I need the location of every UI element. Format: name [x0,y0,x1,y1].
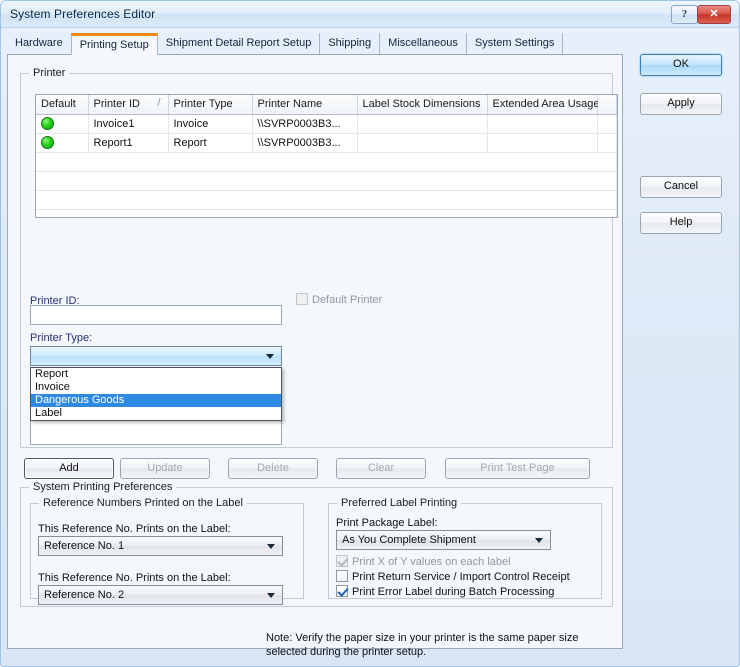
reference-no-2-combobox[interactable]: Reference No. 2 [38,585,283,605]
column-header-printer-id[interactable]: Printer ID / [88,95,169,115]
column-header-spacer [597,95,617,115]
delete-button[interactable]: Delete [228,458,318,479]
printer-type-combobox[interactable] [30,346,282,366]
help-icon[interactable]: ? [671,5,698,24]
chevron-down-icon[interactable] [535,538,543,543]
reference-no-2-value: Reference No. 2 [44,589,125,601]
tab-system-settings[interactable]: System Settings [467,33,564,55]
cancel-button[interactable]: Cancel [640,176,722,198]
print-package-label-value: As You Complete Shipment [342,534,476,546]
cell-extended-area [487,114,598,134]
cell-printer-id: Invoice1 [88,114,169,134]
close-icon[interactable]: ✕ [697,5,731,24]
printer-table[interactable]: Default Printer ID / Printer Type Printe… [35,94,618,218]
printer-type-dropdown-list[interactable]: Report Invoice Dangerous Goods Label [30,367,282,421]
table-row-empty [36,152,617,172]
cell-printer-id: Report1 [88,133,169,153]
printing-setup-panel: Printer Default Printer ID / Printer Typ… [7,54,623,658]
column-header-label-stock-dimensions[interactable]: Label Stock Dimensions [357,95,488,115]
default-printer-checkbox-row[interactable]: Default Printer [296,293,382,306]
chevron-down-icon[interactable] [267,593,275,598]
ok-button[interactable]: OK [640,54,722,76]
print-return-service-checkbox[interactable] [336,570,348,582]
printer-group-title: Printer [29,67,70,79]
print-return-service-label: Print Return Service / Import Control Re… [352,571,570,583]
print-error-label-label: Print Error Label during Batch Processin… [352,586,555,598]
default-printer-led-icon [41,135,54,149]
tab-shipment-detail-report-setup[interactable]: Shipment Detail Report Setup [158,33,321,55]
cell-printer-type: Report [168,133,253,153]
print-package-label-label: Print Package Label: [336,517,438,529]
column-header-printer-name[interactable]: Printer Name [252,95,358,115]
tab-strip: Hardware Printing Setup Shipment Detail … [7,33,623,77]
tab-hardware[interactable]: Hardware [7,33,72,55]
dropdown-item-report[interactable]: Report [31,368,281,381]
table-header-row: Default Printer ID / Printer Type Printe… [36,95,617,115]
cell-label-stock [357,133,488,153]
reference-field-2-label: This Reference No. Prints on the Label: [38,572,231,584]
default-printer-checkbox[interactable] [296,293,308,305]
column-header-extended-area-usage[interactable]: Extended Area Usage [487,95,600,115]
preferred-label-printing-title: Preferred Label Printing [337,497,462,509]
update-button[interactable]: Update [120,458,210,479]
cell-printer-name: \\SVRP0003B3... [252,133,358,153]
tab-shipping[interactable]: Shipping [320,33,381,55]
help-button[interactable]: Help [640,212,722,234]
printer-id-input[interactable] [30,305,282,325]
chevron-down-icon[interactable] [267,544,275,549]
cell-label-stock [357,114,488,134]
tab-printing-setup[interactable]: Printing Setup [70,33,158,55]
print-error-label-checkbox[interactable] [336,585,348,597]
table-row-empty [36,190,617,210]
window-title: System Preferences Editor [10,7,156,21]
system-preferences-editor-window: System Preferences Editor ? ✕ Hardware P… [0,0,740,667]
cell-extended-area [487,133,598,153]
chevron-down-icon[interactable] [266,354,274,359]
reference-no-1-combobox[interactable]: Reference No. 1 [38,536,283,556]
table-row-empty [36,171,617,191]
column-header-printer-type[interactable]: Printer Type [168,95,253,115]
print-error-label-checkbox-row[interactable]: Print Error Label during Batch Processin… [336,585,554,598]
apply-button[interactable]: Apply [640,93,722,115]
add-button[interactable]: Add [24,458,114,479]
print-x-of-y-checkbox-row[interactable]: Print X of Y values on each label [336,555,511,568]
sort-indicator-icon: / [157,97,161,109]
print-x-of-y-checkbox[interactable] [336,555,348,567]
reference-numbers-group-title: Reference Numbers Printed on the Label [39,497,247,509]
tab-miscellaneous[interactable]: Miscellaneous [380,33,467,55]
paper-size-note: Note: Verify the paper size in your prin… [266,632,579,658]
cell-printer-type: Invoice [168,114,253,134]
table-row-empty [36,209,617,217]
table-row[interactable]: Invoice1 Invoice \\SVRP0003B3... [36,114,617,134]
print-return-service-checkbox-row[interactable]: Print Return Service / Import Control Re… [336,570,570,583]
column-header-default[interactable]: Default [36,95,89,115]
default-printer-checkbox-label: Default Printer [312,294,383,306]
default-printer-led-icon [41,116,54,130]
table-row[interactable]: Report1 Report \\SVRP0003B3... [36,133,617,153]
reference-field-1-label: This Reference No. Prints on the Label: [38,523,231,535]
dropdown-item-label[interactable]: Label [31,407,281,420]
title-bar: System Preferences Editor ? ✕ [1,1,739,28]
column-header-printer-id-label: Printer ID [93,98,140,111]
system-printing-preferences-title: System Printing Preferences [29,481,177,493]
cell-spacer [597,114,617,134]
dropdown-item-invoice[interactable]: Invoice [31,381,281,394]
reference-no-1-value: Reference No. 1 [44,540,125,552]
print-x-of-y-label: Print X of Y values on each label [352,556,511,568]
cell-printer-name: \\SVRP0003B3... [252,114,358,134]
dropdown-item-dangerous-goods[interactable]: Dangerous Goods [31,394,281,407]
print-package-label-combobox[interactable]: As You Complete Shipment [336,530,551,550]
print-test-page-button[interactable]: Print Test Page [445,458,590,479]
cell-spacer [597,133,617,153]
cell-default [36,133,89,153]
clear-button[interactable]: Clear [336,458,426,479]
cell-default [36,114,89,134]
printer-type-label: Printer Type: [30,332,93,344]
